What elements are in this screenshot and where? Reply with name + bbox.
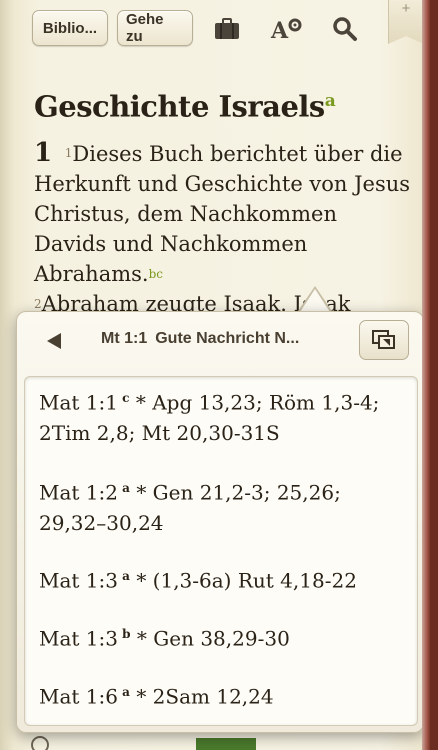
footnote-ref: Mat 1:3 [39,626,118,651]
goto-button[interactable]: Gehe zu [117,10,193,46]
footnote-item[interactable]: Mat 1:2 a * Gen 21,2-3; 25,26; 29,32–30,… [39,473,404,538]
footnote-ref: Mat 1:6 [39,684,118,709]
verse-footnote-marker[interactable]: bc [149,267,163,281]
bible-page: Biblio... Gehe zu A + Geschichte Israels… [0,0,430,750]
book-page-edge [422,0,430,750]
footnote-ref: Mat 1:3 [39,568,118,593]
footnote-ref: Mat 1:2 [39,480,118,505]
library-button[interactable]: Biblio... [32,10,108,46]
passage-content: Geschichte Israelsa 1 1Dieses Buch beric… [34,80,414,319]
search-icon[interactable] [330,14,360,44]
footnote-mark: c [122,391,130,405]
back-arrow-icon[interactable] [43,330,65,352]
verse-number-2: 2 [34,296,42,311]
section-title-text: Geschichte Israels [34,89,325,124]
footnote-text: * 2Sam 12,24 [136,684,274,709]
footnote-text: * Gen 38,29-30 [136,626,290,651]
footnote-item[interactable]: Mat 1:3 b * Gen 38,29-30 [39,619,404,654]
footnote-popup: Mt 1:1 Gute Nachricht N... Mat 1:1 c * Ap… [16,311,424,733]
footnote-ref: Mat 1:1 [39,390,118,415]
open-in-window-button[interactable] [359,320,409,360]
footnote-text: * (1,3-6a) Rut 4,18-22 [136,568,357,593]
font-settings-icon[interactable]: A [270,14,304,44]
ribbon-plus: + [401,0,411,17]
briefcase-icon[interactable] [212,14,242,44]
svg-text:A: A [270,18,289,42]
bookmark-ribbon-icon[interactable]: + [388,0,424,44]
footnote-item[interactable]: Mat 1:6 a * 2Sam 12,24 [39,677,404,712]
open-window-icon [372,330,395,349]
footnotes-list[interactable]: Mat 1:1 c * Apg 13,23; Röm 1,3-4; 2Tim 2… [24,376,418,726]
popup-pointer-inner [300,289,330,312]
page-bottom-control [30,735,50,750]
popup-title: Mt 1:1 Gute Nachricht N... [101,330,361,348]
popup-header: Mt 1:1 Gute Nachricht N... [17,312,423,368]
popup-reference: Mt 1:1 [101,330,148,347]
toolbar: Biblio... Gehe zu A + [0,0,430,62]
bottom-tab-indicator [196,738,256,750]
section-title: Geschichte Israelsa [34,80,414,128]
title-footnote-marker[interactable]: a [325,91,336,111]
verse-text-1[interactable]: Dieses Buch berichtet über die Herkunft … [34,142,410,286]
footnote-item[interactable]: Mat 1:1 c * Apg 13,23; Röm 1,3-4; 2Tim 2… [39,383,404,448]
footnote-mark: a [122,569,130,583]
footnote-mark: a [122,685,130,699]
footnote-mark: b [122,627,131,641]
popup-translation[interactable]: Gute Nachricht N... [155,330,299,347]
verse-block: 1 1Dieses Buch berichtet über die Herkun… [34,138,414,319]
chapter-number: 1 [34,137,53,168]
footnote-item[interactable]: Mat 1:3 a * (1,3-6a) Rut 4,18-22 [39,561,404,596]
footnote-mark: a [122,481,130,495]
